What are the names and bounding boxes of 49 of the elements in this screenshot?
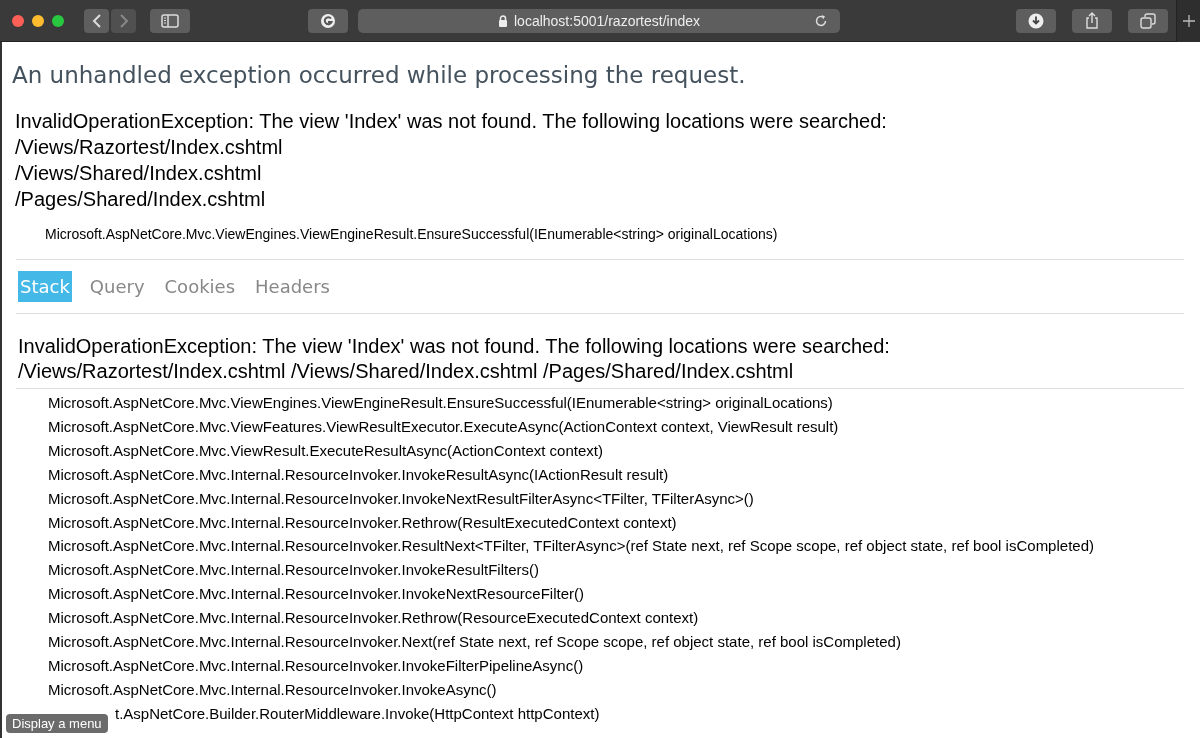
stack-frame: Microsoft.AspNetCore.Mvc.ViewResult.ExecuteResultAsync(ActionContext context): [48, 438, 603, 463]
page-title: An unhandled exception occurred while processing the request.: [12, 62, 747, 88]
tab[interactable]: Stack: [18, 271, 72, 302]
view-location: /Views/Shared/Index.cshtml: [15, 161, 263, 186]
stack-frame: Microsoft.AspNetCore.Mvc.ViewFeatures.ViewResultExecutor.ExecuteAsync(ActionContext context, ViewResult result): [48, 414, 839, 439]
reload-icon[interactable]: [814, 13, 828, 28]
stack-frame: Microsoft.AspNetCore.Mvc.Internal.ResourceInvoker.Rethrow(ResourceExecutedContext context): [48, 606, 699, 631]
stack-frame: Microsoft.AspNetCore.Mvc.Internal.ResourceInvoker.InvokeAsync(): [48, 677, 497, 702]
tab[interactable]: Cookies: [162, 271, 238, 302]
error-source: Microsoft.AspNetCore.Mvc.ViewEngines.ViewEngineResult.EnsureSuccessful(IEnumerable<string> originalLocations): [44, 226, 779, 242]
lock-icon: [498, 14, 508, 27]
share-icon: [1085, 12, 1099, 29]
g-circle-icon: [320, 12, 336, 29]
back-button[interactable]: [84, 8, 109, 33]
extension-button[interactable]: [308, 8, 348, 33]
stack-frame: Microsoft.AspNetCore.Mvc.Internal.ResourceInvoker.InvokeFilterPipelineAsync(): [48, 653, 584, 678]
stack-frame: Microsoft.AspNetCore.Mvc.Internal.ResourceInvoker.InvokeResultFilters(): [48, 558, 539, 583]
exception-heading: InvalidOperationException: The view 'Index' was not found. The following locations were searched: /Views/Razortest/Index.cshtml /Views/Shared/Index.cshtml /Pages/Shared/Index.cshtml: [17, 334, 891, 384]
stack-frame: Microsoft.AspNetCore.Mvc.Internal.ResourceInvoker.InvokeNextResultFilterAsync<TFilter, TFilterAsync>(): [48, 486, 754, 511]
stack-frame: Microsoft.AspNetCore.Mvc.Internal.ResourceInvoker.InvokeResultAsync(IActionResult result): [48, 462, 669, 487]
sidebar-icon: [161, 13, 179, 28]
new-tab-button[interactable]: [1176, 0, 1200, 42]
sidebar-button[interactable]: [150, 8, 190, 33]
stack-frame: Microsoft.AspNetCore.Mvc.Internal.ResourceInvoker.ResultNext<TFilter, TFilterAsync>(ref State next, ref Scope scope, ref object state, ref bool isCompleted): [48, 534, 1094, 559]
tabs-icon: [1140, 12, 1156, 29]
forward-icon: [118, 13, 129, 28]
view-location: /Views/Razortest/Index.cshtml: [15, 135, 284, 160]
stack-frame: Microsoft.AspNetCore.Mvc.ViewEngines.ViewEngineResult.EnsureSuccessful(IEnumerable<string> originalLocations): [48, 391, 833, 415]
stack-frame: t.AspNetCore.Builder.RouterMiddleware.Invoke(HttpContext httpContext): [115, 701, 600, 726]
address-bar[interactable]: localhost:5001/razortest/index: [358, 8, 840, 33]
stack-frame: Microsoft.AspNetCore.Mvc.Internal.ResourceInvoker.Rethrow(ResultExecutedContext context): [48, 510, 677, 535]
tab[interactable]: Headers: [253, 271, 332, 302]
stack-frame: Microsoft.AspNetCore.Mvc.Internal.ResourceInvoker.InvokeNextResourceFilter(): [48, 582, 585, 607]
download-icon: [1028, 12, 1044, 29]
download-button[interactable]: [1016, 8, 1056, 33]
tabs-button[interactable]: [1128, 8, 1168, 33]
stack-frame: Microsoft.AspNetCore.Mvc.Internal.ResourceInvoker.Next(ref State next, ref Scope scope, ref object state, ref bool isCompleted): [48, 630, 901, 654]
minimize-icon[interactable]: [32, 14, 44, 27]
view-location: /Pages/Shared/Index.cshtml: [15, 187, 267, 212]
back-icon: [91, 13, 102, 28]
plus-icon: [1182, 14, 1195, 27]
close-icon[interactable]: [12, 14, 24, 27]
url-text: localhost:5001/razortest/index: [514, 12, 700, 29]
error-message: InvalidOperationException: The view 'Index' was not found. The following locations were searched:: [15, 109, 888, 134]
tooltip: Display a menu: [6, 714, 108, 733]
share-button[interactable]: [1072, 8, 1112, 33]
tab[interactable]: Query: [87, 271, 147, 302]
forward-button[interactable]: [111, 8, 136, 33]
zoom-icon[interactable]: [52, 14, 64, 27]
